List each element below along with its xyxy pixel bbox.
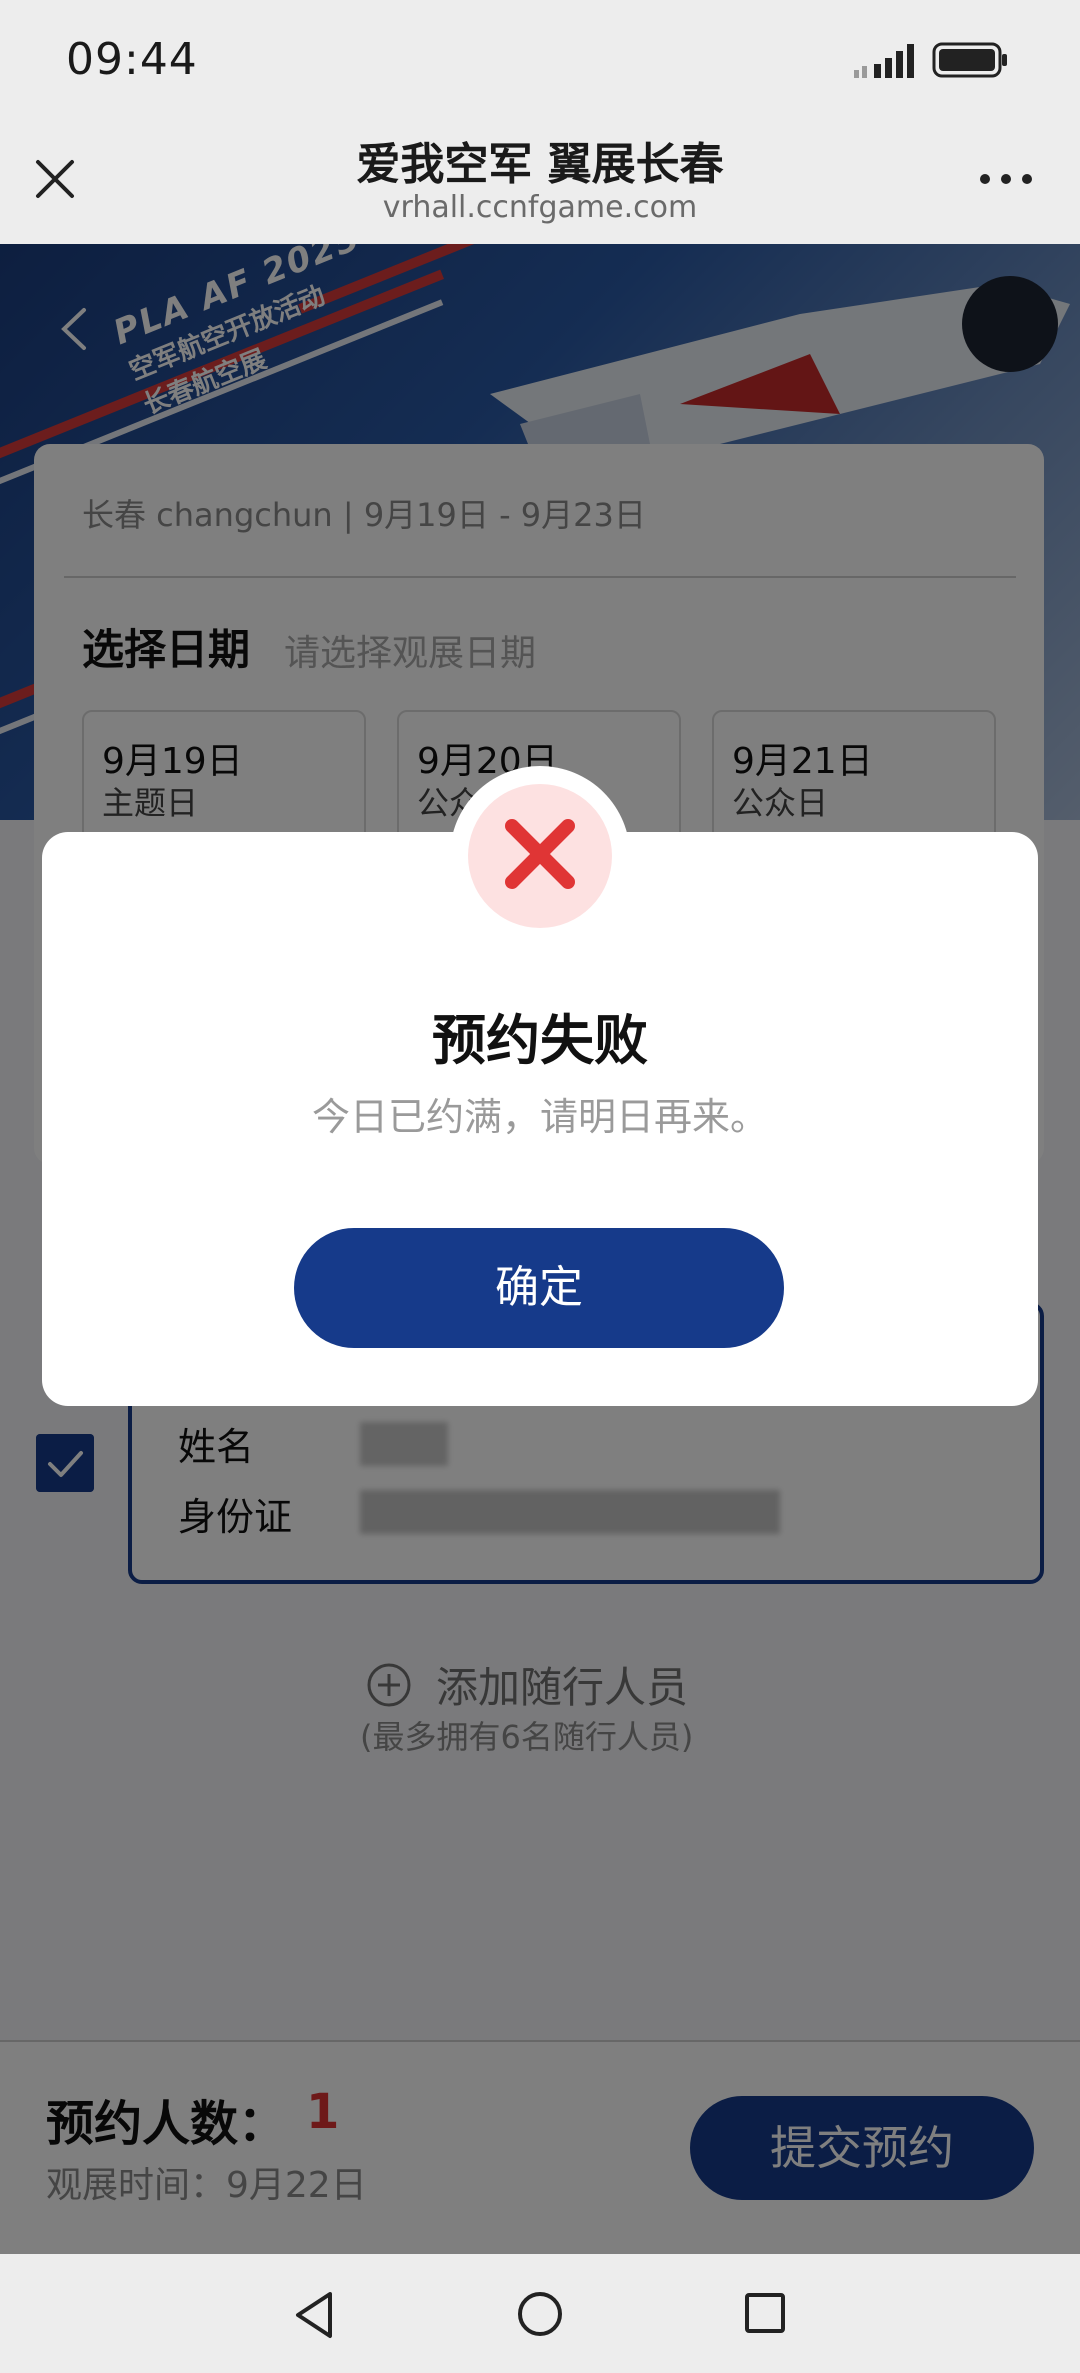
error-x-icon xyxy=(505,819,575,889)
dialog-message: 今日已约满，请明日再来。 xyxy=(311,1095,768,1139)
nav-back-icon[interactable] xyxy=(292,2290,336,2340)
dialog-title: 预约失败 xyxy=(432,1009,648,1072)
signal-icon xyxy=(854,44,914,78)
battery-icon xyxy=(932,42,1007,78)
nav-recents-icon[interactable] xyxy=(744,2292,786,2334)
status-time: 09:44 xyxy=(66,34,198,85)
nav-home-icon[interactable] xyxy=(516,2290,564,2338)
page-title: 爱我空军 翼展长春 xyxy=(356,139,724,190)
confirm-button[interactable]: 确定 xyxy=(294,1228,784,1348)
more-icon[interactable] xyxy=(978,172,1034,186)
page-url: vrhall.ccnfgame.com xyxy=(382,190,698,225)
